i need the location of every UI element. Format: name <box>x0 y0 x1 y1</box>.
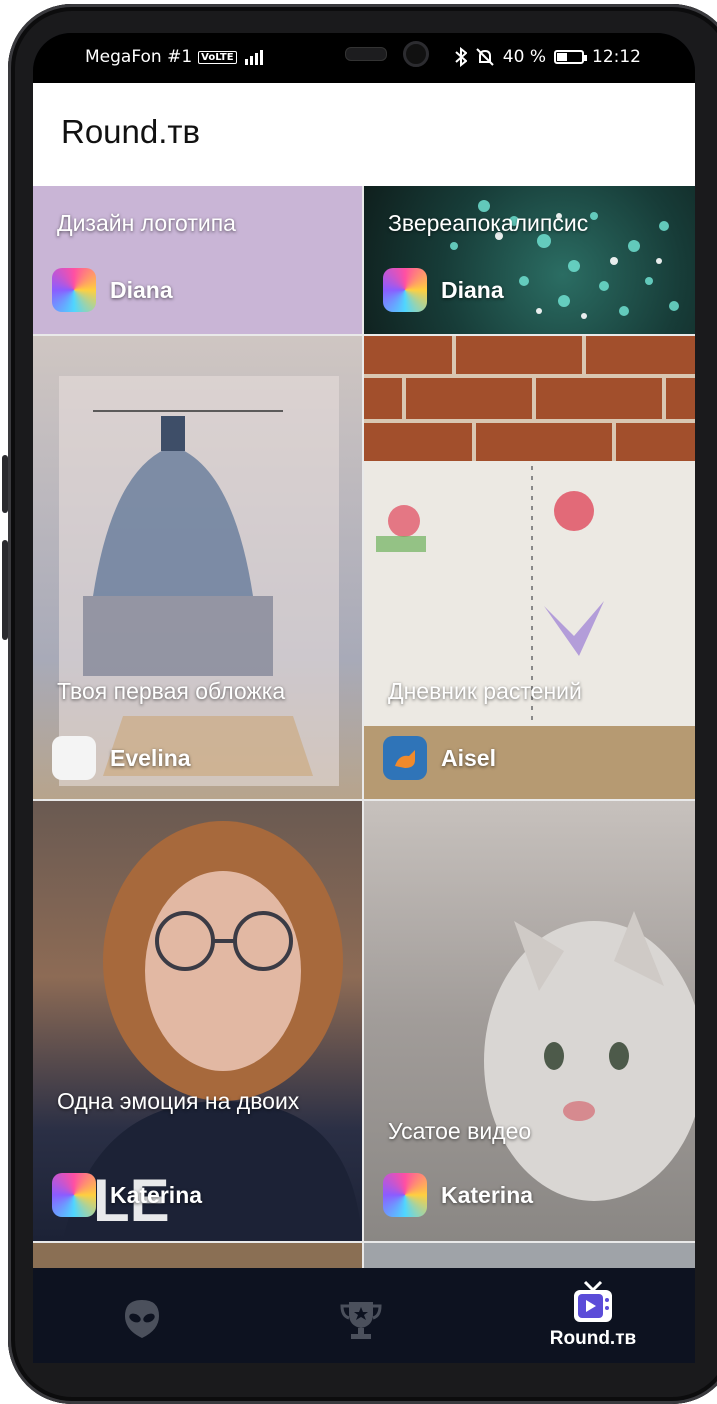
card[interactable]: Усатое видео Katerina <box>364 801 695 1241</box>
clock: 12:12 <box>592 47 641 67</box>
nav-item-alien[interactable] <box>107 1268 207 1363</box>
card-author[interactable]: Diana <box>383 268 504 312</box>
white-avatar-icon <box>52 736 96 780</box>
bluetooth-icon <box>455 47 467 67</box>
nav-label: Round.тв <box>549 1328 637 1349</box>
card[interactable] <box>33 1243 362 1268</box>
card-title: Одна эмоция на двоих <box>57 1088 300 1114</box>
page-title: Round.тв <box>61 113 201 150</box>
status-bar: MegaFon #1 VoLTE 40 % 12:12 <box>33 33 695 83</box>
nav-item-trophy[interactable] <box>323 1268 423 1363</box>
phone-screen: MegaFon #1 VoLTE 40 % 12:12 Round.тв Диз… <box>33 33 695 1363</box>
cathedral-drawing-image <box>59 376 339 786</box>
tv-icon <box>574 1280 612 1322</box>
card[interactable]: Твоя первая обложка Evelina <box>33 336 362 799</box>
card-author[interactable]: Katerina <box>383 1173 533 1217</box>
card-title: Дневник растений <box>388 678 582 704</box>
card-author[interactable]: Evelina <box>52 736 191 780</box>
card-title: Дизайн логотипа <box>57 210 236 236</box>
nav-item-round-tv[interactable]: Round.тв <box>543 1268 643 1363</box>
card-title: Звереапокалипсис <box>388 210 589 236</box>
card[interactable]: LE Одна эмоция на двоих Katerina <box>33 801 362 1241</box>
colorful-avatar-icon <box>52 268 96 312</box>
card-author[interactable]: Katerina <box>52 1173 202 1217</box>
author-name: Evelina <box>110 744 191 771</box>
volte-badge: VoLTE <box>198 50 237 64</box>
mute-bell-icon <box>476 48 494 66</box>
content-grid[interactable]: Дизайн логотипа Diana Звереапокалипсис D… <box>33 186 695 1268</box>
colorful-avatar-icon <box>52 1173 96 1217</box>
author-name: Diana <box>110 276 173 303</box>
battery-percent: 40 % <box>502 47 546 67</box>
card-author[interactable]: Diana <box>52 268 173 312</box>
fox-avatar-icon <box>383 736 427 780</box>
card[interactable] <box>364 1243 695 1268</box>
author-name: Aisel <box>441 744 496 771</box>
trophy-icon <box>340 1302 382 1339</box>
bottom-nav: Round.тв <box>33 1268 695 1363</box>
card-title: Твоя первая обложка <box>57 678 286 704</box>
card[interactable]: Дневник растений Aisel <box>364 336 695 799</box>
colorful-avatar-icon <box>383 268 427 312</box>
plant-diary-image <box>364 336 695 799</box>
card-title: Усатое видео <box>388 1118 532 1144</box>
side-button <box>2 540 8 640</box>
card-author[interactable]: Aisel <box>383 736 496 780</box>
signal-icon <box>244 50 263 65</box>
author-name: Katerina <box>441 1181 534 1208</box>
card[interactable]: Звереапокалипсис Diana <box>364 186 695 334</box>
author-name: Diana <box>441 276 504 303</box>
app-bar: Round.тв <box>33 83 695 186</box>
author-name: Katerina <box>110 1181 203 1208</box>
colorful-avatar-icon <box>383 1173 427 1217</box>
card[interactable]: Дизайн логотипа Diana <box>33 186 362 334</box>
carrier-name: MegaFon #1 <box>85 47 193 67</box>
alien-icon <box>125 1300 159 1338</box>
front-camera <box>403 41 429 67</box>
battery-icon <box>554 50 587 64</box>
speaker-grille <box>345 47 387 61</box>
side-button <box>2 455 8 513</box>
